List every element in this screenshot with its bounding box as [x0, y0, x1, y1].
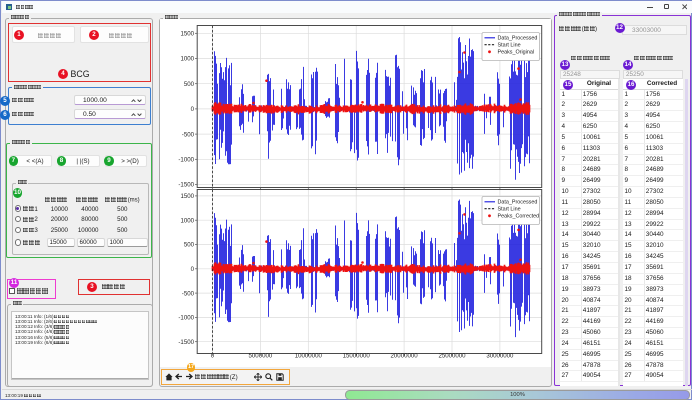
svg-text:500: 500: [184, 242, 195, 249]
svg-text:-1000: -1000: [178, 315, 194, 322]
svg-text:1000: 1000: [180, 217, 194, 224]
svg-text:Data_Processed: Data_Processed: [498, 200, 538, 206]
svg-text:Data_Processed: Data_Processed: [498, 36, 538, 42]
svg-text:10000000: 10000000: [295, 353, 323, 360]
svg-text:15000000: 15000000: [343, 353, 371, 360]
svg-text:1500: 1500: [180, 193, 194, 200]
svg-text:30000000: 30000000: [486, 353, 514, 360]
svg-text:Peaks_Original: Peaks_Original: [498, 50, 535, 56]
svg-text:-500: -500: [182, 131, 195, 138]
svg-text:20000000: 20000000: [391, 353, 419, 360]
svg-text:5000000: 5000000: [249, 353, 273, 360]
svg-text:Start Line: Start Line: [498, 43, 521, 49]
svg-text:-1000: -1000: [178, 157, 194, 164]
svg-text:25000000: 25000000: [438, 353, 466, 360]
svg-text:1000: 1000: [180, 56, 194, 63]
svg-text:1500: 1500: [180, 31, 194, 38]
svg-text:Peaks_Corrected: Peaks_Corrected: [498, 214, 540, 220]
svg-text:-1500: -1500: [178, 182, 194, 189]
svg-text:-500: -500: [182, 290, 195, 297]
svg-text:-1500: -1500: [178, 339, 194, 346]
svg-text:500: 500: [184, 81, 195, 88]
svg-text:Start Line: Start Line: [498, 207, 521, 213]
